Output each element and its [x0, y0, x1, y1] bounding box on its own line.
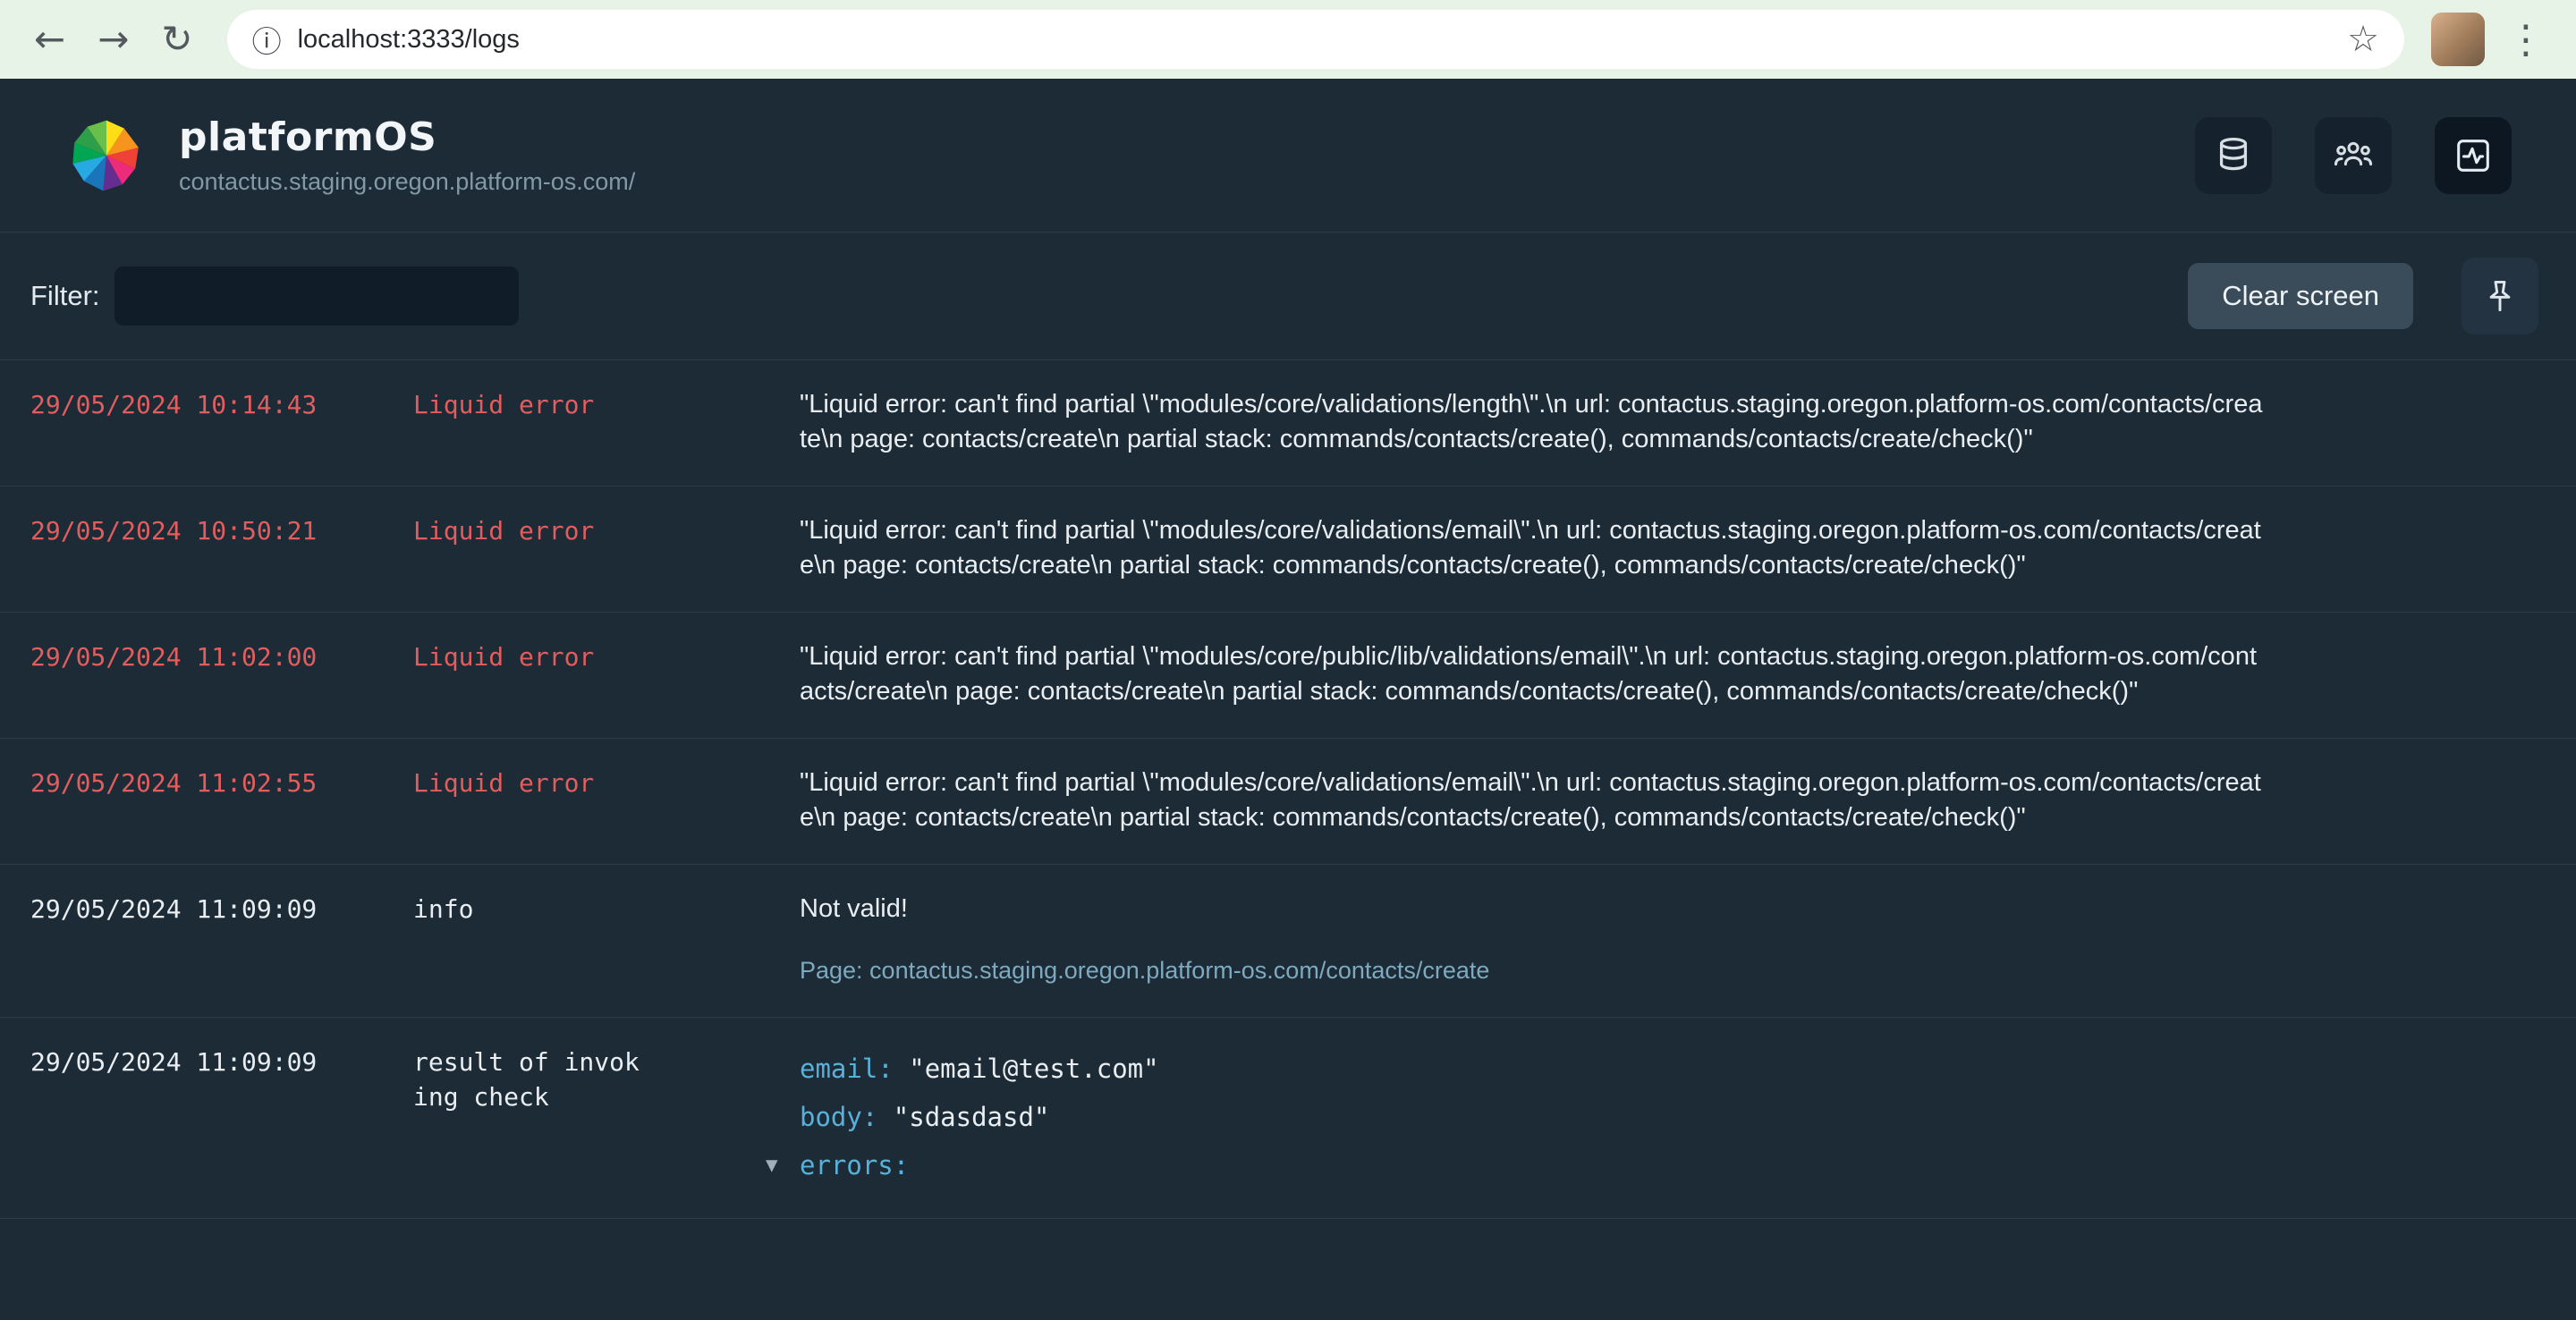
log-timestamp: 29/05/2024 10:50:21 [30, 516, 318, 546]
browser-chrome: ← → ↻ ⓘ localhost:3333/logs ☆ ⋮ [0, 0, 2576, 79]
pin-icon [2489, 280, 2511, 312]
users-button[interactable] [2315, 116, 2392, 194]
browser-menu-icon[interactable]: ⋮ [2506, 17, 2553, 63]
kv-value: "email@test.com" [909, 1053, 1159, 1084]
log-timestamp: 29/05/2024 10:14:43 [30, 390, 318, 419]
log-message: "Liquid error: can't find partial \"modu… [800, 516, 2261, 580]
log-row: 29/05/2024 11:02:00 Liquid error "Liquid… [0, 613, 2576, 739]
log-message-group: email: "email@test.com" body: "sdasdasd"… [766, 1045, 2576, 1189]
log-type: Liquid error [413, 516, 595, 546]
caret-down-icon: ▾ [766, 1151, 778, 1179]
brand-text: platformOS contactus.staging.oregon.plat… [179, 114, 635, 196]
log-message: "Liquid error: can't find partial \"modu… [800, 390, 2263, 453]
kv-line: email: "email@test.com" [800, 1045, 2268, 1093]
kv-key: email: [800, 1053, 894, 1084]
users-icon [2334, 141, 2373, 165]
log-row: 29/05/2024 10:50:21 Liquid error "Liquid… [0, 487, 2576, 613]
filter-label: Filter: [30, 280, 100, 311]
log-list: 29/05/2024 10:14:43 Liquid error "Liquid… [0, 360, 2576, 1219]
site-info-icon[interactable]: ⓘ [252, 18, 282, 61]
log-timestamp: 29/05/2024 11:09:09 [30, 1047, 318, 1077]
log-type: info [413, 894, 474, 924]
filter-input[interactable] [114, 267, 519, 326]
logs-activity-button[interactable] [2435, 116, 2512, 194]
pin-button[interactable] [2462, 258, 2538, 334]
kv-value: "sdasdasd" [893, 1102, 1050, 1132]
bookmark-star-icon[interactable]: ☆ [2347, 19, 2379, 60]
platformos-logo-icon [64, 117, 148, 194]
browser-nav: ← → ↻ [23, 21, 204, 58]
back-icon[interactable]: ← [34, 21, 65, 58]
instance-url: contactus.staging.oregon.platform-os.com… [179, 168, 636, 195]
header-actions [2195, 116, 2512, 194]
log-type: Liquid error [413, 390, 595, 419]
log-type: result of invoking check [413, 1047, 640, 1112]
log-row: 29/05/2024 11:09:09 info Not valid! Page… [0, 865, 2576, 1018]
url-bar[interactable]: ⓘ localhost:3333/logs ☆ [226, 10, 2404, 69]
log-row: 29/05/2024 10:14:43 Liquid error "Liquid… [0, 360, 2576, 487]
log-row: 29/05/2024 11:09:09 result of invoking c… [0, 1018, 2576, 1219]
log-message: "Liquid error: can't find partial \"modu… [800, 642, 2257, 706]
database-button[interactable] [2195, 116, 2272, 194]
app-title: platformOS [179, 114, 437, 160]
log-timestamp: 29/05/2024 11:09:09 [30, 894, 318, 924]
database-icon [2219, 137, 2248, 170]
reload-icon[interactable]: ↻ [161, 21, 192, 58]
log-type: Liquid error [413, 768, 595, 798]
kv-line: body: "sdasdasd" [800, 1093, 2268, 1141]
log-message: Not valid! [800, 894, 908, 923]
kv-key: body: [800, 1102, 878, 1132]
log-message: "Liquid error: can't find partial \"modu… [800, 768, 2261, 832]
forward-icon[interactable]: → [97, 21, 129, 58]
log-timestamp: 29/05/2024 11:02:55 [30, 768, 318, 798]
activity-monitor-icon [2457, 139, 2489, 172]
log-page-link[interactable]: Page: contactus.staging.oregon.platform-… [800, 953, 1489, 988]
url-text[interactable]: localhost:3333/logs [298, 25, 2348, 55]
profile-avatar[interactable] [2431, 13, 2485, 66]
platformos-brand[interactable]: platformOS contactus.staging.oregon.plat… [64, 114, 635, 196]
log-row: 29/05/2024 11:02:55 Liquid error "Liquid… [0, 739, 2576, 865]
filter-bar: Filter: Clear screen [0, 233, 2576, 360]
log-message-group: Not valid! Page: contactus.staging.orego… [800, 892, 2576, 988]
log-type: Liquid error [413, 642, 595, 672]
app-header: platformOS contactus.staging.oregon.plat… [0, 79, 2576, 233]
kv-key: errors: [800, 1150, 910, 1180]
log-timestamp: 29/05/2024 11:02:00 [30, 642, 318, 672]
clear-screen-button[interactable]: Clear screen [2188, 263, 2413, 329]
errors-expander[interactable]: ▾ errors: [766, 1141, 2268, 1189]
